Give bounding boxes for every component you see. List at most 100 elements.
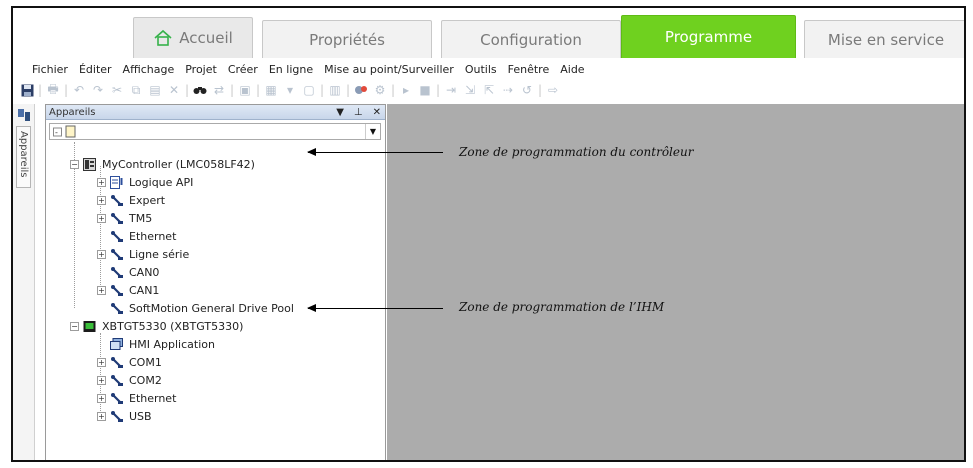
tree-node-label: Ligne série — [129, 247, 190, 261]
tree-node-ethernet[interactable]: Ethernet — [97, 228, 176, 244]
expand-icon[interactable]: + — [97, 411, 106, 421]
expand-icon[interactable]: + — [97, 177, 106, 187]
expand-icon[interactable]: + — [97, 213, 106, 223]
close-icon[interactable]: ✕ — [373, 107, 381, 118]
device-selector[interactable]: - ▼ — [49, 123, 381, 140]
step-into-icon[interactable]: ⇲ — [462, 82, 478, 98]
delete-icon[interactable]: ✕ — [166, 82, 182, 98]
tree-node-hmi-application[interactable]: HMI Application — [97, 336, 215, 352]
connector-icon — [111, 374, 123, 386]
window-icon[interactable]: ▢ — [301, 82, 317, 98]
tree-node-expert[interactable]: + Expert — [97, 192, 165, 208]
tab-label: Configuration — [480, 30, 582, 49]
tree-node-ligne-serie[interactable]: + Ligne série — [97, 246, 189, 262]
find-icon[interactable] — [192, 82, 208, 98]
tab-mise-en-service[interactable]: Mise en service — [804, 20, 964, 58]
menu-outils[interactable]: Outils — [465, 63, 497, 76]
tab-configuration[interactable]: Configuration — [441, 20, 621, 58]
tree-node-label: MyController (LMC058LF42) — [102, 157, 255, 171]
build-icon[interactable]: ▥ — [327, 82, 343, 98]
tree-node-hmi[interactable]: − XBTGT5330 (XBTGT5330) — [70, 318, 243, 334]
tree-node-controller[interactable]: − MyController (LMC058LF42) — [70, 156, 255, 172]
devices-icon[interactable] — [16, 107, 32, 123]
tab-label: Propriétés — [309, 30, 385, 49]
cursor-step-icon[interactable]: ⇢ — [500, 82, 516, 98]
project-root-icon: - — [53, 125, 76, 138]
tab-proprietes[interactable]: Propriétés — [262, 20, 432, 58]
chevron-down-icon[interactable]: ▼ — [365, 124, 380, 139]
devices-panel: Appareils ▼ ⊥ ✕ - ▼ − MyController (LMC0… — [45, 104, 386, 460]
expand-icon[interactable]: + — [97, 375, 106, 385]
tab-label: Accueil — [179, 29, 233, 47]
toolbar-separator: | — [37, 83, 43, 97]
redo-icon[interactable]: ↷ — [90, 82, 106, 98]
calendar-icon[interactable]: ▦ — [263, 82, 279, 98]
step-over-icon[interactable]: ⇥ — [443, 82, 459, 98]
collapse-icon[interactable]: − — [70, 159, 79, 169]
tree-node-can1[interactable]: + CAN1 — [97, 282, 159, 298]
expand-icon[interactable]: + — [97, 393, 106, 403]
svg-text:-: - — [55, 128, 58, 137]
collapse-icon[interactable]: − — [70, 321, 79, 331]
reset-icon[interactable]: ↺ — [519, 82, 535, 98]
arrow-right-icon[interactable]: ⇨ — [545, 82, 561, 98]
menu-bar: Fichier Éditer Affichage Projet Créer En… — [13, 59, 964, 79]
tree-node-label: CAN0 — [129, 265, 160, 279]
tree-node-com2[interactable]: + COM2 — [97, 372, 162, 388]
panel-menu-icon[interactable]: ▼ — [336, 107, 344, 118]
toolbar-separator: | — [345, 83, 351, 97]
toolbar-separator: | — [63, 83, 69, 97]
menu-fichier[interactable]: Fichier — [32, 63, 68, 76]
paste-icon[interactable]: ▤ — [147, 82, 163, 98]
tree-node-usb[interactable]: + USB — [97, 408, 152, 424]
tree-node-label: COM1 — [129, 355, 162, 369]
tree-node-label: Logique API — [129, 175, 194, 189]
tree-node-hmi-ethernet[interactable]: + Ethernet — [97, 390, 176, 406]
tree-node-logique-api[interactable]: + Logique API — [97, 174, 193, 190]
connector-icon — [111, 266, 123, 278]
pin-icon[interactable]: ⊥ — [354, 107, 363, 118]
tree-node-tm5[interactable]: + TM5 — [97, 210, 152, 226]
print-icon[interactable]: 🖶 — [45, 82, 61, 98]
annotation-hmi-zone: Zone de programmation de l’IHM — [459, 300, 665, 314]
tree-node-softmotion[interactable]: SoftMotion General Drive Pool — [97, 300, 294, 316]
undo-icon[interactable]: ↶ — [71, 82, 87, 98]
menu-creer[interactable]: Créer — [228, 63, 258, 76]
replace-icon[interactable]: ⇄ — [211, 82, 227, 98]
expand-icon[interactable]: + — [97, 195, 106, 205]
menu-affichage[interactable]: Affichage — [123, 63, 175, 76]
menu-mise-au-point[interactable]: Mise au point/Surveiller — [324, 63, 454, 76]
menu-en-ligne[interactable]: En ligne — [269, 63, 313, 76]
expand-icon[interactable]: + — [97, 285, 106, 295]
menu-editer[interactable]: Éditer — [79, 63, 112, 76]
save-icon[interactable] — [19, 82, 35, 98]
tree-node-can0[interactable]: CAN0 — [97, 264, 159, 280]
expand-icon[interactable]: + — [97, 249, 106, 259]
menu-aide[interactable]: Aide — [560, 63, 584, 76]
logout-icon[interactable]: ⚙ — [372, 82, 388, 98]
copy-icon[interactable]: ⧉ — [128, 82, 144, 98]
tab-programme[interactable]: Programme — [621, 15, 796, 58]
dock-tab-label: Appareils — [18, 131, 29, 178]
application-icon — [110, 175, 123, 189]
run-icon[interactable]: ▸ — [398, 82, 414, 98]
tree-node-label: TM5 — [129, 211, 153, 225]
dock-strip: Appareils — [13, 104, 35, 460]
tree-node-com1[interactable]: + COM1 — [97, 354, 162, 370]
expand-icon[interactable]: + — [97, 357, 106, 367]
dropdown-icon[interactable]: ▾ — [282, 82, 298, 98]
object-icon[interactable]: ▣ — [237, 82, 253, 98]
arrow-controller — [307, 148, 443, 156]
controller-icon — [83, 157, 96, 171]
step-out-icon[interactable]: ⇱ — [481, 82, 497, 98]
dock-tab-appareils[interactable]: Appareils — [16, 126, 31, 188]
login-icon[interactable] — [353, 82, 369, 98]
menu-fenetre[interactable]: Fenêtre — [508, 63, 550, 76]
connector-icon — [111, 248, 123, 260]
cut-icon[interactable]: ✂ — [109, 82, 125, 98]
tab-accueil[interactable]: Accueil — [133, 17, 253, 58]
menu-projet[interactable]: Projet — [185, 63, 217, 76]
stop-icon[interactable]: ■ — [417, 82, 433, 98]
